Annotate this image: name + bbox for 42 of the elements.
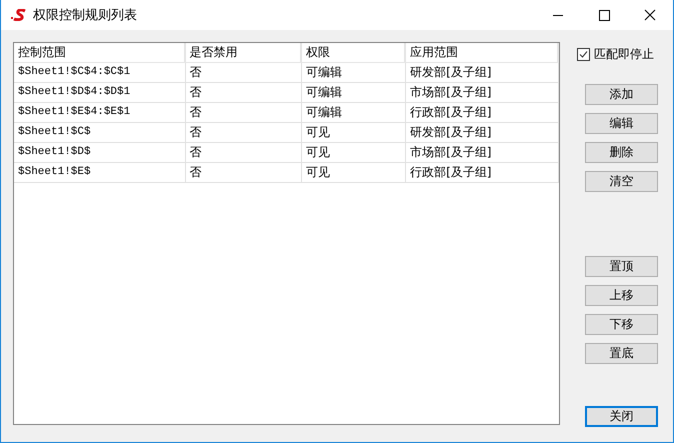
table-cell: 可见 [302, 163, 406, 182]
table-cell: 否 [186, 163, 302, 182]
table-cell: $Sheet1!$E$ [14, 163, 186, 182]
logo-icon [11, 9, 27, 21]
column-header[interactable]: 控制范围 [14, 43, 186, 62]
table-cell: $Sheet1!$C$ [14, 123, 186, 142]
close-button[interactable]: 关闭 [585, 406, 658, 427]
table-cell: 可见 [302, 123, 406, 142]
table-cell: $Sheet1!$C$4:$C$1 [14, 63, 186, 82]
table-cell: $Sheet1!$D$4:$D$1 [14, 83, 186, 102]
table-cell: 可编辑 [302, 83, 406, 102]
order-button[interactable]: 置底 [585, 343, 658, 364]
checkbox[interactable] [577, 48, 590, 61]
action-button[interactable]: 清空 [585, 171, 658, 192]
table-cell: 研发部[及子组] [406, 63, 559, 82]
column-header[interactable]: 应用范围 [406, 43, 559, 62]
checkbox-label: 匹配即停止 [594, 46, 654, 63]
action-button[interactable]: 编辑 [585, 113, 658, 134]
table-cell: 行政部[及子组] [406, 163, 559, 182]
table-cell: 否 [186, 63, 302, 82]
table-cell: 市场部[及子组] [406, 83, 559, 102]
table-cell: 市场部[及子组] [406, 143, 559, 162]
table-cell: 可编辑 [302, 63, 406, 82]
table-cell: 否 [186, 103, 302, 122]
table-cell: 可编辑 [302, 103, 406, 122]
match-stop-checkbox[interactable]: 匹配即停止 [577, 46, 654, 63]
table-cell: 否 [186, 123, 302, 142]
column-header[interactable]: 权限 [302, 43, 406, 62]
column-header[interactable]: 是否禁用 [186, 43, 302, 62]
table-cell: $Sheet1!$E$4:$E$1 [14, 103, 186, 122]
table-cell: 否 [186, 83, 302, 102]
window-title: 权限控制规则列表 [33, 7, 137, 24]
table-cell: 研发部[及子组] [406, 123, 559, 142]
table-cell: 否 [186, 143, 302, 162]
action-button[interactable]: 添加 [585, 84, 658, 105]
table-cell: 行政部[及子组] [406, 103, 559, 122]
action-button[interactable]: 删除 [585, 142, 658, 163]
order-button[interactable]: 上移 [585, 285, 658, 306]
order-button[interactable]: 下移 [585, 314, 658, 335]
table-cell: 可见 [302, 143, 406, 162]
table-cell: $Sheet1!$D$ [14, 143, 186, 162]
order-button[interactable]: 置顶 [585, 256, 658, 277]
